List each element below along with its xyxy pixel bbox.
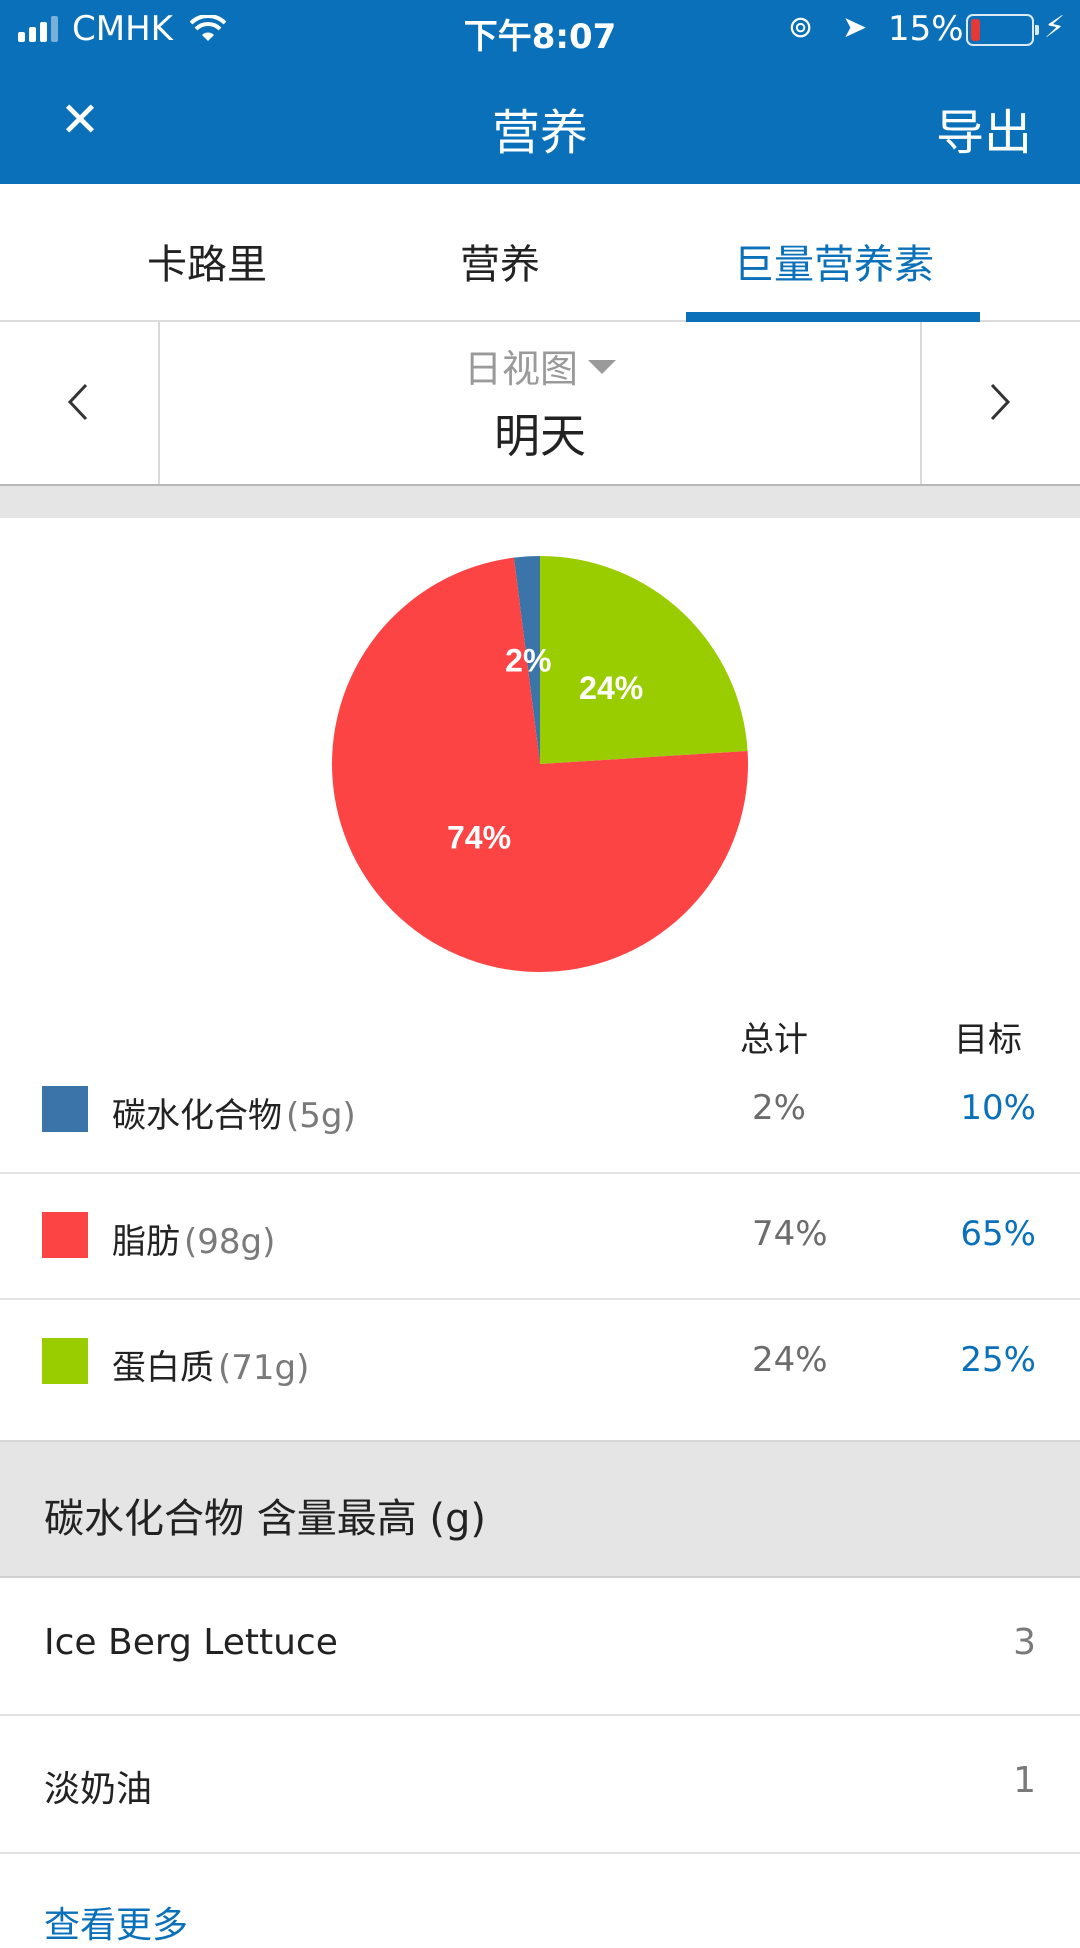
tab-macronutrients[interactable]: 巨量营养素 bbox=[734, 232, 934, 290]
view-mode-label: 日视图 bbox=[463, 347, 578, 391]
macro-name-text: 蛋白质 bbox=[112, 1348, 214, 1388]
macro-total: 2% bbox=[752, 1088, 806, 1128]
battery-percent: 15% bbox=[888, 9, 964, 49]
legend-swatch bbox=[42, 1212, 88, 1258]
next-day-button[interactable] bbox=[920, 322, 1080, 484]
top-app-bar: CMHK 下午8:07 ⊚ ➤ 15% ⚡ ✕ 营养 导出 bbox=[0, 0, 1080, 184]
food-value: 1 bbox=[1013, 1760, 1036, 1801]
macro-name-text: 碳水化合物 bbox=[112, 1096, 282, 1136]
view-mode-select[interactable]: 日视图 bbox=[160, 338, 920, 393]
pie-label-3: 74% bbox=[447, 820, 511, 856]
export-button[interactable]: 导出 bbox=[936, 93, 1032, 163]
date-label: 明天 bbox=[494, 409, 586, 463]
macro-name: 脂肪 (98g) bbox=[112, 1214, 275, 1263]
macro-name: 蛋白质 (71g) bbox=[112, 1340, 309, 1389]
food-name: 淡奶油 bbox=[44, 1769, 153, 1810]
macro-goal[interactable]: 65% bbox=[960, 1214, 1036, 1254]
macro-goal[interactable]: 25% bbox=[960, 1340, 1036, 1380]
macro-row-fat: 脂肪 (98g) 74% 65% bbox=[0, 1174, 1080, 1300]
food-list-item[interactable]: 淡奶油 1 bbox=[0, 1716, 1080, 1854]
macro-total: 74% bbox=[752, 1214, 828, 1254]
pie-label-1: 2% bbox=[505, 643, 551, 679]
date-display: 日视图 明天 bbox=[160, 322, 920, 484]
food-name: Ice Berg Lettuce bbox=[44, 1622, 338, 1663]
battery-level-fill bbox=[971, 19, 980, 41]
pie-slice-2 bbox=[540, 556, 748, 764]
macro-amount: (71g) bbox=[218, 1348, 310, 1388]
previous-day-button[interactable] bbox=[0, 322, 160, 484]
chevron-right-icon bbox=[990, 383, 1011, 421]
macros-pie-chart: 2% 24% 74% bbox=[324, 548, 756, 980]
top-foods-title: 碳水化合物 含量最高 (g) bbox=[44, 1496, 487, 1542]
tab-calories[interactable]: 卡路里 bbox=[147, 232, 267, 290]
macro-amount: (5g) bbox=[286, 1096, 356, 1136]
macro-row-carbs: 碳水化合物 (5g) 2% 10% bbox=[0, 1048, 1080, 1174]
macro-name: 碳水化合物 (5g) bbox=[112, 1088, 356, 1137]
macro-name-text: 脂肪 bbox=[112, 1222, 180, 1262]
view-more-link[interactable]: 查看更多 bbox=[44, 1896, 188, 1948]
macro-total: 24% bbox=[752, 1340, 828, 1380]
charging-icon: ⚡ bbox=[1044, 10, 1066, 45]
orientation-lock-icon: ⊚ bbox=[788, 10, 814, 45]
chevron-left-icon bbox=[67, 383, 88, 421]
macro-amount: (98g) bbox=[184, 1222, 276, 1262]
top-foods-header: 碳水化合物 含量最高 (g) bbox=[0, 1440, 1080, 1578]
page-title: 营养 bbox=[491, 105, 588, 161]
tab-bar: 卡路里 营养 巨量营养素 bbox=[0, 184, 1080, 322]
pie-label-2: 24% bbox=[579, 670, 643, 706]
status-bar: CMHK 下午8:07 ⊚ ➤ 15% ⚡ bbox=[0, 0, 1080, 60]
date-navigator: 日视图 明天 bbox=[0, 322, 1080, 486]
macro-row-protein: 蛋白质 (71g) 24% 25% bbox=[0, 1300, 1080, 1426]
food-value: 3 bbox=[1013, 1622, 1036, 1663]
section-spacer bbox=[0, 486, 1080, 518]
food-list-item[interactable]: Ice Berg Lettuce 3 bbox=[0, 1578, 1080, 1716]
macro-goal[interactable]: 10% bbox=[960, 1088, 1036, 1128]
battery-icon bbox=[966, 14, 1039, 46]
legend-swatch bbox=[42, 1086, 88, 1132]
location-icon: ➤ bbox=[842, 10, 868, 45]
tab-nutrition[interactable]: 营养 bbox=[460, 232, 540, 290]
active-tab-indicator bbox=[686, 312, 980, 322]
dropdown-triangle-icon bbox=[588, 360, 616, 374]
pie-svg: 2% 24% 74% bbox=[332, 556, 748, 972]
legend-swatch bbox=[42, 1338, 88, 1384]
